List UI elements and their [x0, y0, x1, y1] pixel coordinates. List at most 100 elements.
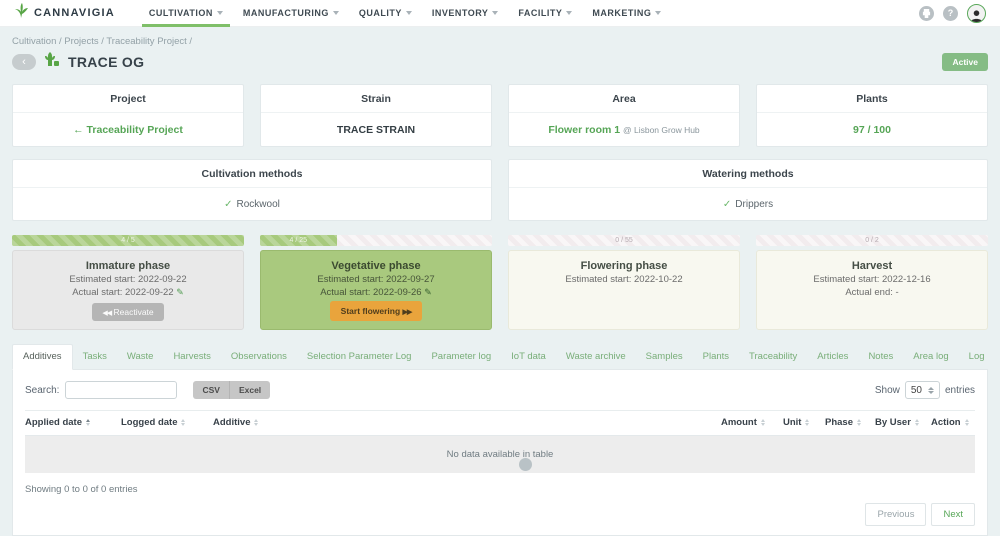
status-badge[interactable]: Active [942, 53, 988, 71]
top-navbar: CANNAVIGIA CULTIVATION MANUFACTURING QUA… [0, 0, 1000, 27]
card-title: Project [13, 85, 243, 113]
reactivate-button[interactable]: ◀◀ Reactivate [92, 303, 163, 321]
tab-samples[interactable]: Samples [636, 345, 693, 369]
brand-logo[interactable]: CANNAVIGIA [14, 3, 115, 24]
plant-icon [44, 52, 60, 72]
area-location: @ Lisbon Grow Hub [623, 125, 700, 135]
start-flowering-button[interactable]: Start flowering ▶▶ [330, 301, 423, 321]
card-strain: Strain TRACE STRAIN [260, 84, 492, 147]
tab-tasks[interactable]: Tasks [73, 345, 117, 369]
export-csv-button[interactable]: CSV [193, 381, 229, 399]
rewind-icon: ◀◀ [102, 310, 111, 317]
nav-marketing[interactable]: MARKETING [592, 0, 661, 27]
progress-bar: 0 / 2 [756, 235, 988, 246]
back-button[interactable]: ‹ [12, 54, 36, 70]
additives-panel: Search: CSV Excel Show 50 entries [12, 369, 988, 536]
tab-observations[interactable]: Observations [221, 345, 297, 369]
col-applied-date[interactable]: Applied date [25, 417, 121, 428]
col-logged-date[interactable]: Logged date [121, 417, 213, 428]
chevron-down-icon [566, 11, 572, 15]
tab-plants[interactable]: Plants [693, 345, 739, 369]
progress-bar: 4 / 5 [12, 235, 244, 246]
chevron-down-icon [333, 11, 339, 15]
previous-button[interactable]: Previous [865, 503, 926, 526]
card-project: Project ← Traceability Project [12, 84, 244, 147]
nav-manufacturing[interactable]: MANUFACTURING [243, 0, 339, 27]
leaf-icon [14, 3, 29, 24]
page-title: TRACE OG [68, 54, 144, 70]
tab-iot-data[interactable]: IoT data [501, 345, 556, 369]
empty-table-message: No data available in table [25, 436, 975, 473]
estimated-start: Estimated start: 2022-09-22 [69, 274, 186, 285]
progress-label: 0 / 2 [756, 235, 988, 246]
sort-icon [805, 419, 809, 426]
breadcrumb[interactable]: Cultivation / Projects / Traceability Pr… [12, 36, 988, 47]
tab-additives[interactable]: Additives [12, 344, 73, 370]
pagination: Previous Next [25, 503, 975, 526]
nav-inventory[interactable]: INVENTORY [432, 0, 499, 27]
tab-harvests[interactable]: Harvests [163, 345, 220, 369]
nav-quality[interactable]: QUALITY [359, 0, 412, 27]
tab-traceability[interactable]: Traceability [739, 345, 807, 369]
tab-selection-parameter-log[interactable]: Selection Parameter Log [297, 345, 422, 369]
tab-waste[interactable]: Waste [117, 345, 164, 369]
plants-count: 97 / 100 [853, 124, 891, 136]
phase-title: Vegetative phase [331, 260, 420, 272]
estimated-start: Estimated start: 2022-09-27 [317, 274, 434, 285]
tab-bar: Additives Tasks Waste Harvests Observati… [12, 344, 988, 369]
col-action[interactable]: Action [931, 417, 975, 428]
method-value: Drippers [735, 199, 773, 210]
card-title: Cultivation methods [13, 160, 491, 188]
edit-icon[interactable]: ✎ [176, 287, 184, 297]
col-by-user[interactable]: By User [875, 417, 931, 428]
select-arrows-icon [928, 387, 934, 394]
phase-title: Harvest [852, 260, 892, 272]
card-title: Strain [261, 85, 491, 113]
card-cultivation-methods: Cultivation methods ✓Rockwool [12, 159, 492, 221]
col-unit[interactable]: Unit [783, 417, 825, 428]
sort-icon [761, 419, 765, 426]
tab-parameter-log[interactable]: Parameter log [421, 345, 501, 369]
show-entries-select[interactable]: 50 [905, 381, 940, 399]
export-excel-button[interactable]: Excel [230, 381, 270, 399]
card-watering-methods: Watering methods ✓ Drippers [508, 159, 988, 221]
help-icon[interactable]: ? [943, 6, 958, 21]
nav-cultivation[interactable]: CULTIVATION [149, 0, 223, 27]
tab-area-log[interactable]: Area log [903, 345, 958, 369]
user-avatar[interactable] [967, 4, 986, 23]
actual-start: Actual start: 2022-09-22 [72, 287, 173, 298]
chevron-down-icon [655, 11, 661, 15]
entries-label: entries [945, 385, 975, 396]
brand-name: CANNAVIGIA [34, 7, 115, 19]
search-input[interactable] [65, 381, 177, 399]
area-link[interactable]: Flower room 1 [548, 124, 620, 136]
print-icon[interactable] [919, 6, 934, 21]
progress-label: 4 / 25 [290, 237, 308, 244]
phase-vegetative: 4 / 25 Vegetative phase Estimated start:… [260, 235, 492, 330]
col-amount[interactable]: Amount [721, 417, 783, 428]
card-title: Watering methods [509, 160, 987, 188]
chevron-down-icon [492, 11, 498, 15]
col-phase[interactable]: Phase [825, 417, 875, 428]
tab-notes[interactable]: Notes [858, 345, 903, 369]
phase-harvest: 0 / 2 Harvest Estimated start: 2022-12-1… [756, 235, 988, 330]
next-button[interactable]: Next [931, 503, 975, 526]
edit-icon[interactable]: ✎ [424, 287, 432, 297]
tab-articles[interactable]: Articles [807, 345, 858, 369]
col-additive[interactable]: Additive [213, 417, 721, 428]
check-icon: ✓ [723, 199, 731, 210]
tab-waste-archive[interactable]: Waste archive [556, 345, 636, 369]
floating-widget-icon[interactable] [519, 458, 532, 471]
phase-title: Immature phase [86, 260, 170, 272]
search-label: Search: [25, 385, 59, 396]
nav-facility[interactable]: FACILITY [518, 0, 572, 27]
actual-start: Actual start: 2022-09-26 [320, 287, 421, 298]
progress-bar: 0 / 55 [508, 235, 740, 246]
tab-log[interactable]: Log [959, 345, 995, 369]
card-title: Area [509, 85, 739, 113]
sort-icon [857, 419, 861, 426]
project-link[interactable]: ← Traceability Project [73, 124, 183, 136]
phase-title: Flowering phase [581, 260, 668, 272]
check-icon: ✓ [224, 199, 232, 210]
chevron-down-icon [217, 11, 223, 15]
